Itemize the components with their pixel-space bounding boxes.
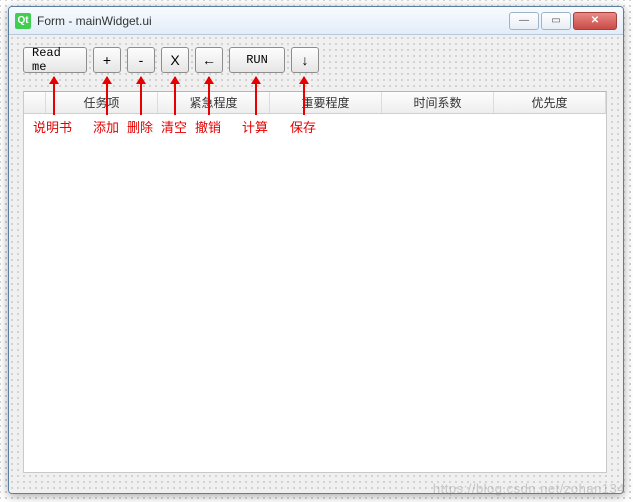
client-area: Read me + - X ← RUN ↓ 任务项 紧急程度 重要程度 时间系数… xyxy=(9,35,623,493)
annotation-label-save: 保存 xyxy=(290,117,316,136)
watermark-text: https://blog.csdn.net/zohan134 xyxy=(433,481,625,496)
annotation-label-clear: 清空 xyxy=(161,117,187,136)
column-header-importance[interactable]: 重要程度 xyxy=(270,92,382,113)
annotation-arrow-add xyxy=(106,77,108,115)
column-header-priority[interactable]: 优先度 xyxy=(494,92,606,113)
annotation-label-add: 添加 xyxy=(93,117,119,136)
window-title: Form - mainWidget.ui xyxy=(37,14,509,28)
window-controls: — ▭ ✕ xyxy=(509,12,617,30)
annotation-label-undo: 撤销 xyxy=(195,117,221,136)
readme-button[interactable]: Read me xyxy=(23,47,87,73)
annotation-label-run: 计算 xyxy=(242,117,268,136)
maximize-button[interactable]: ▭ xyxy=(541,12,571,30)
table-header-row: 任务项 紧急程度 重要程度 时间系数 优先度 xyxy=(24,92,606,114)
annotation-arrow-remove xyxy=(140,77,142,115)
column-header-timecoef[interactable]: 时间系数 xyxy=(382,92,494,113)
annotation-arrow-clear xyxy=(174,77,176,115)
annotation-arrow-undo xyxy=(208,77,210,115)
save-button[interactable]: ↓ xyxy=(291,47,319,73)
undo-button[interactable]: ← xyxy=(195,47,223,73)
annotation-arrow-readme xyxy=(53,77,55,115)
clear-button[interactable]: X xyxy=(161,47,189,73)
toolbar: Read me + - X ← RUN ↓ xyxy=(23,47,319,73)
annotation-label-readme: 说明书 xyxy=(33,117,72,136)
remove-button[interactable]: - xyxy=(127,47,155,73)
qt-logo-icon: Qt xyxy=(15,13,31,29)
annotation-label-remove: 删除 xyxy=(127,117,153,136)
run-button[interactable]: RUN xyxy=(229,47,285,73)
row-number-header xyxy=(24,92,46,113)
close-button[interactable]: ✕ xyxy=(573,12,617,30)
annotation-arrow-run xyxy=(255,77,257,115)
add-button[interactable]: + xyxy=(93,47,121,73)
minimize-button[interactable]: — xyxy=(509,12,539,30)
titlebar: Qt Form - mainWidget.ui — ▭ ✕ xyxy=(9,7,623,35)
annotation-arrow-save xyxy=(303,77,305,115)
table-body[interactable] xyxy=(24,114,606,472)
qt-designer-window: Qt Form - mainWidget.ui — ▭ ✕ Read me + … xyxy=(8,6,624,494)
task-table[interactable]: 任务项 紧急程度 重要程度 时间系数 优先度 xyxy=(23,91,607,473)
